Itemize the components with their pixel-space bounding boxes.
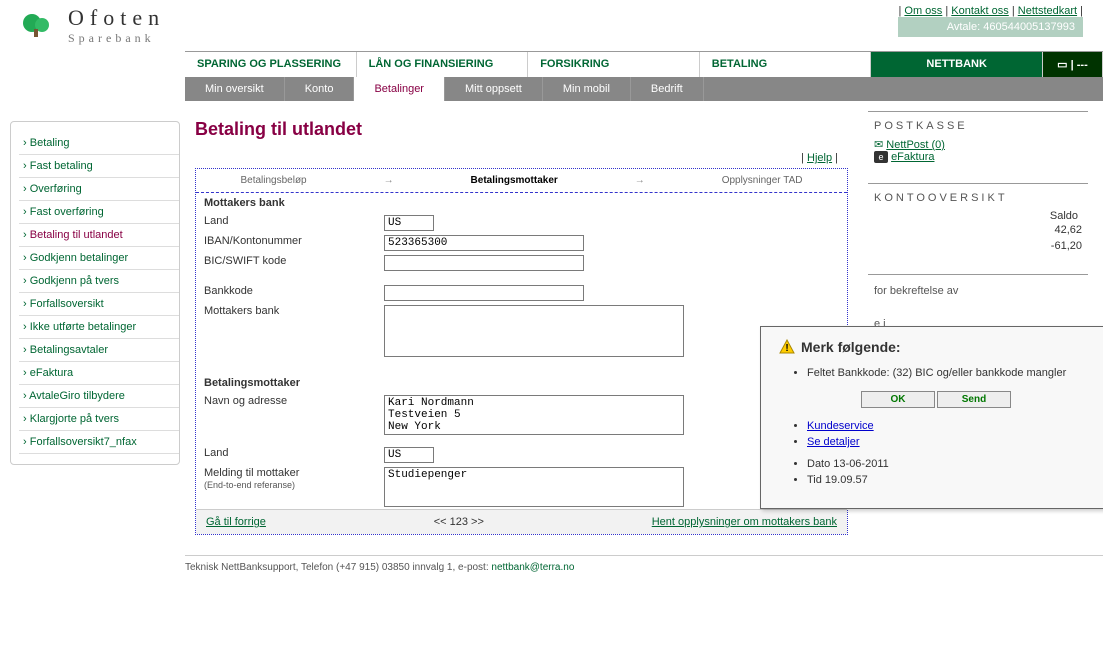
- sidebar-item-10[interactable]: eFaktura: [19, 362, 179, 385]
- sidebar-item-5[interactable]: Godkjenn betalinger: [19, 247, 179, 270]
- subtab-mobil[interactable]: Min mobil: [543, 77, 631, 101]
- avtale-info: Avtale: 460544005137993: [898, 17, 1083, 37]
- sidebar-item-0[interactable]: Betaling: [19, 132, 179, 155]
- main-nav: SPARING OG PLASSERING LÅN OG FINANSIERIN…: [185, 51, 1103, 77]
- bankkode-input[interactable]: [384, 285, 584, 301]
- tab-laan[interactable]: LÅN OG FINANSIERING: [357, 52, 529, 77]
- arrow-icon: →: [635, 175, 645, 186]
- sidebar-item-8[interactable]: Ikke utførte betalinger: [19, 316, 179, 339]
- bank-logo: Ofoten Sparebank: [20, 5, 165, 46]
- step-2: Betalingsmottaker: [471, 175, 558, 186]
- melding-input[interactable]: [384, 467, 684, 507]
- footer: Teknisk NettBanksupport, Telefon (+47 91…: [185, 555, 1103, 579]
- sidebar-item-3[interactable]: Fast overføring: [19, 201, 179, 224]
- subtab-oversikt[interactable]: Min oversikt: [185, 77, 285, 101]
- step-3: Opplysninger TAD: [722, 175, 803, 186]
- header-links: | Om oss | Kontakt oss | Nettstedkart |: [898, 5, 1083, 17]
- payment-form: Betalingsbeløp → Betalingsmottaker → Opp…: [195, 168, 848, 535]
- efaktura-link[interactable]: eFaktura: [891, 151, 934, 163]
- mail-icon: ✉: [874, 139, 883, 151]
- arrow-icon: →: [384, 175, 394, 186]
- tree-icon: [20, 11, 60, 41]
- sidebar-item-13[interactable]: Forfallsoversikt7_nfax: [19, 431, 179, 454]
- link-om-oss[interactable]: Om oss: [904, 5, 942, 17]
- sidebar-item-11[interactable]: AvtaleGiro tilbydere: [19, 385, 179, 408]
- tab-forsikring[interactable]: FORSIKRING: [528, 52, 700, 77]
- step-1: Betalingsbeløp: [240, 175, 306, 186]
- kontooversikt-title: KONTOOVERSIKT: [874, 192, 1082, 204]
- nettpost-link[interactable]: NettPost (0): [886, 139, 945, 151]
- hjelp-link[interactable]: Hjelp: [807, 152, 832, 164]
- land-input[interactable]: [384, 215, 434, 231]
- subtab-konto[interactable]: Konto: [285, 77, 355, 101]
- land2-input[interactable]: [384, 447, 434, 463]
- subtab-betalinger[interactable]: Betalinger: [354, 77, 445, 101]
- sidebar-item-7[interactable]: Forfallsoversikt: [19, 293, 179, 316]
- ok-button[interactable]: OK: [861, 391, 935, 408]
- sidebar-item-4[interactable]: Betaling til utlandet: [19, 224, 179, 247]
- sidebar-item-9[interactable]: Betalingsavtaler: [19, 339, 179, 362]
- sidebar-item-12[interactable]: Klargjorte på tvers: [19, 408, 179, 431]
- page-title: Betaling til utlandet: [195, 119, 848, 140]
- konto-row: 42,62: [874, 222, 1082, 238]
- subtab-oppsett[interactable]: Mitt oppsett: [445, 77, 543, 101]
- tab-nettbank[interactable]: NETTBANK: [871, 52, 1043, 77]
- kundeservice-link[interactable]: Kundeservice: [807, 420, 874, 432]
- warning-icon: !: [779, 339, 795, 355]
- sidebar-item-6[interactable]: Godkjenn på tvers: [19, 270, 179, 293]
- svg-text:!: !: [785, 343, 788, 354]
- modal-tid: Tid 19.09.57: [807, 472, 1093, 488]
- postkasse-title: POSTKASSE: [874, 120, 1082, 132]
- prev-link[interactable]: Gå til forrige: [206, 516, 266, 528]
- sidebar: BetalingFast betalingOverføringFast over…: [10, 121, 180, 465]
- iban-input[interactable]: [384, 235, 584, 251]
- send-button[interactable]: Send: [937, 391, 1011, 408]
- fetch-bank-link[interactable]: Hent opplysninger om mottakers bank: [652, 516, 837, 528]
- sidebar-item-1[interactable]: Fast betaling: [19, 155, 179, 178]
- bic-input[interactable]: [384, 255, 584, 271]
- navn-input[interactable]: [384, 395, 684, 435]
- content-area: Betaling til utlandet | Hjelp | Betaling…: [180, 101, 863, 545]
- sidebar-item-2[interactable]: Overføring: [19, 178, 179, 201]
- modal-dato: Dato 13-06-2011: [807, 456, 1093, 472]
- efaktura-icon: e: [874, 151, 888, 163]
- link-kontakt[interactable]: Kontakt oss: [951, 5, 1008, 17]
- mottakers-bank-input[interactable]: [384, 305, 684, 357]
- tab-sparing[interactable]: SPARING OG PLASSERING: [185, 52, 357, 77]
- modal-error-msg: Feltet Bankkode: (32) BIC og/eller bankk…: [807, 365, 1093, 381]
- link-nettstedkart[interactable]: Nettstedkart: [1018, 5, 1077, 17]
- tab-flag-icon[interactable]: ▭ | ---: [1043, 52, 1103, 77]
- konto-row: -61,20: [874, 238, 1082, 254]
- subtab-bedrift[interactable]: Bedrift: [631, 77, 704, 101]
- konto-head-saldo: Saldo: [874, 210, 1082, 222]
- sub-nav: Min oversikt Konto Betalinger Mitt oppse…: [185, 77, 1103, 101]
- tab-betaling[interactable]: BETALING: [700, 52, 872, 77]
- section-betalingsmottaker: Betalingsmottaker: [196, 373, 847, 393]
- section-mottakers-bank: Mottakers bank: [196, 193, 847, 213]
- se-detaljer-link[interactable]: Se detaljer: [807, 436, 860, 448]
- pager: << 123 >>: [266, 516, 652, 528]
- footer-mail-link[interactable]: nettbank@terra.no: [491, 562, 574, 573]
- warning-modal: ! Merk følgende: Feltet Bankkode: (32) B…: [760, 326, 1103, 509]
